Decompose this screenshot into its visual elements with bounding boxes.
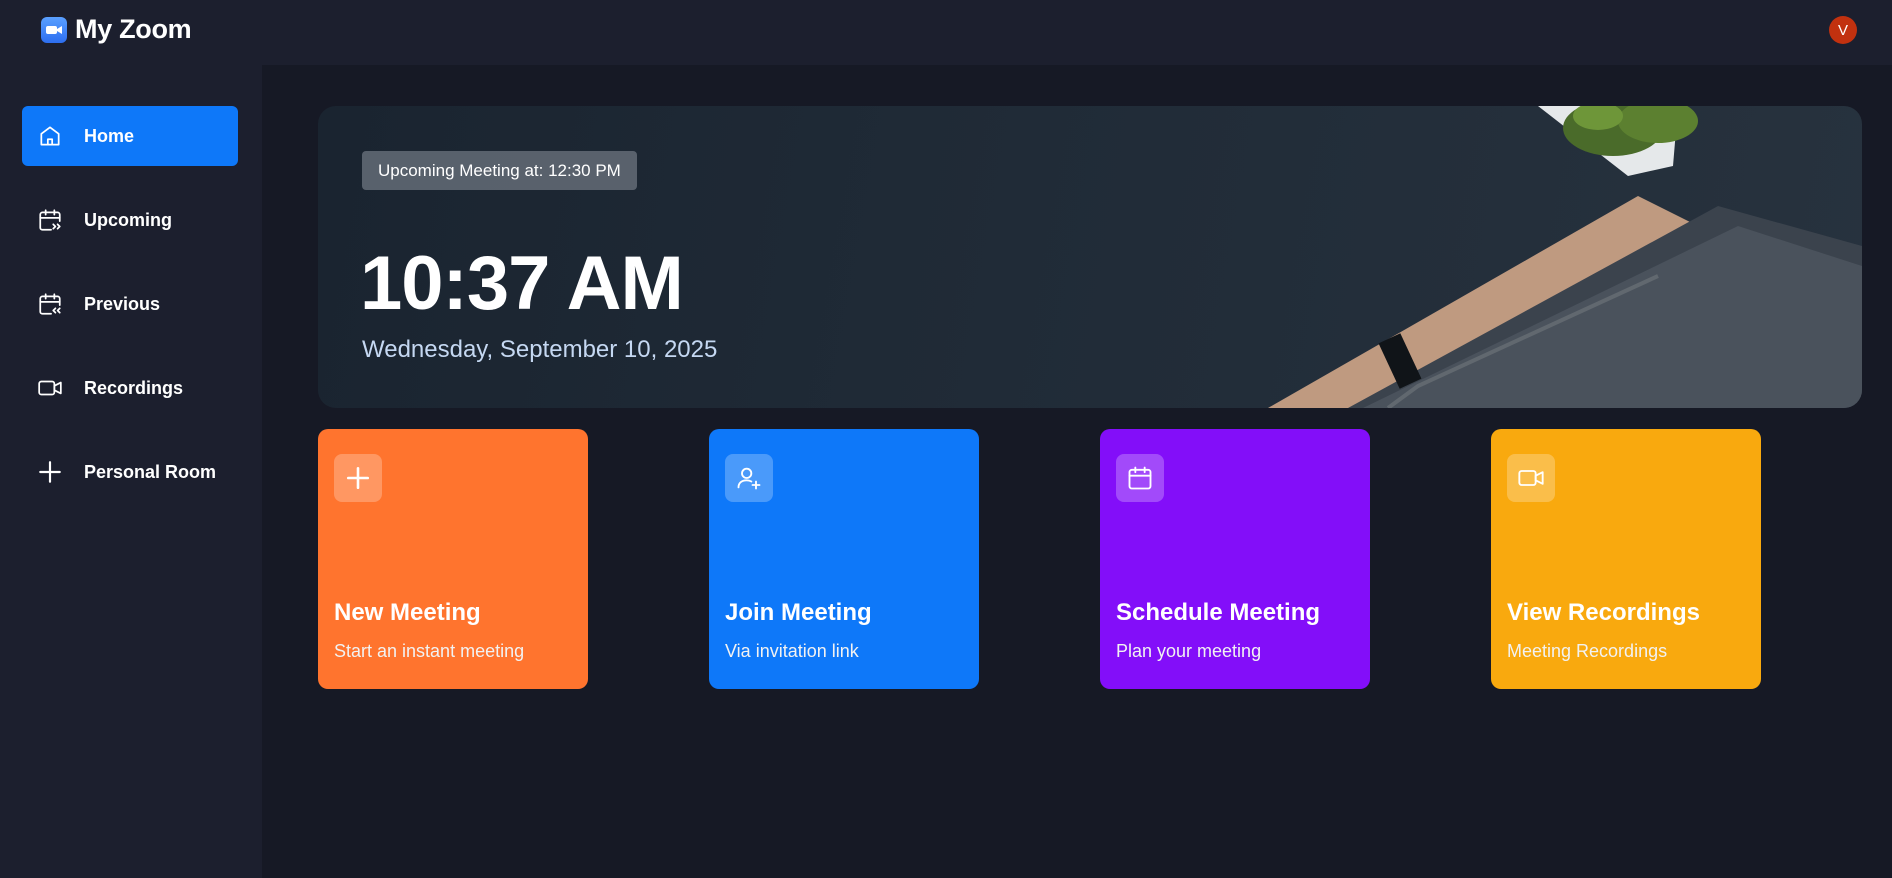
- join-meeting-card[interactable]: Join Meeting Via invitation link: [709, 429, 979, 689]
- home-icon: [36, 122, 64, 150]
- hero-banner: Upcoming Meeting at: 12:30 PM 10:37 AM W…: [318, 106, 1862, 408]
- zoom-logo-icon: [41, 16, 67, 43]
- card-subtitle: Via invitation link: [725, 641, 859, 661]
- schedule-meeting-card[interactable]: Schedule Meeting Plan your meeting: [1100, 429, 1370, 689]
- sidebar-item-label: Recordings: [84, 377, 184, 398]
- calendar-forward-icon: [36, 206, 64, 234]
- top-bar: My Zoom V: [0, 0, 1892, 65]
- card-title: Join Meeting: [725, 599, 872, 626]
- sidebar: Home Upcoming Previous Recordings Person…: [0, 65, 262, 878]
- sidebar-item-label: Previous: [84, 293, 161, 314]
- card-subtitle: Meeting Recordings: [1507, 641, 1668, 661]
- card-subtitle: Plan your meeting: [1116, 641, 1262, 661]
- avatar[interactable]: V: [1829, 16, 1857, 44]
- new-meeting-card[interactable]: New Meeting Start an instant meeting: [318, 429, 588, 689]
- sidebar-item-personal-room[interactable]: Personal Room: [22, 442, 238, 502]
- calendar-back-icon: [36, 290, 64, 318]
- sidebar-item-label: Personal Room: [84, 461, 217, 482]
- plus-icon: [36, 458, 64, 486]
- sidebar-item-recordings[interactable]: Recordings: [22, 358, 238, 418]
- calendar-icon: [1116, 454, 1164, 502]
- card-title: Schedule Meeting: [1116, 599, 1321, 626]
- add-user-icon: [725, 454, 773, 502]
- sidebar-item-previous[interactable]: Previous: [22, 274, 238, 334]
- app-title: My Zoom: [75, 14, 192, 44]
- card-title: New Meeting: [334, 599, 481, 626]
- current-date: Wednesday, September 10, 2025: [362, 336, 718, 363]
- video-icon: [1507, 454, 1555, 502]
- video-icon: [36, 374, 64, 402]
- upcoming-meeting-badge: Upcoming Meeting at: 12:30 PM: [362, 151, 637, 190]
- card-subtitle: Start an instant meeting: [334, 641, 525, 661]
- plus-icon: [334, 454, 382, 502]
- app-logo[interactable]: My Zoom: [41, 14, 192, 45]
- sidebar-item-label: Upcoming: [84, 209, 172, 230]
- sidebar-item-upcoming[interactable]: Upcoming: [22, 190, 238, 250]
- sidebar-item-label: Home: [84, 125, 135, 146]
- card-title: View Recordings: [1507, 599, 1700, 626]
- sidebar-item-home[interactable]: Home: [22, 106, 238, 166]
- current-time: 10:37 AM: [360, 241, 684, 326]
- view-recordings-card[interactable]: View Recordings Meeting Recordings: [1491, 429, 1761, 689]
